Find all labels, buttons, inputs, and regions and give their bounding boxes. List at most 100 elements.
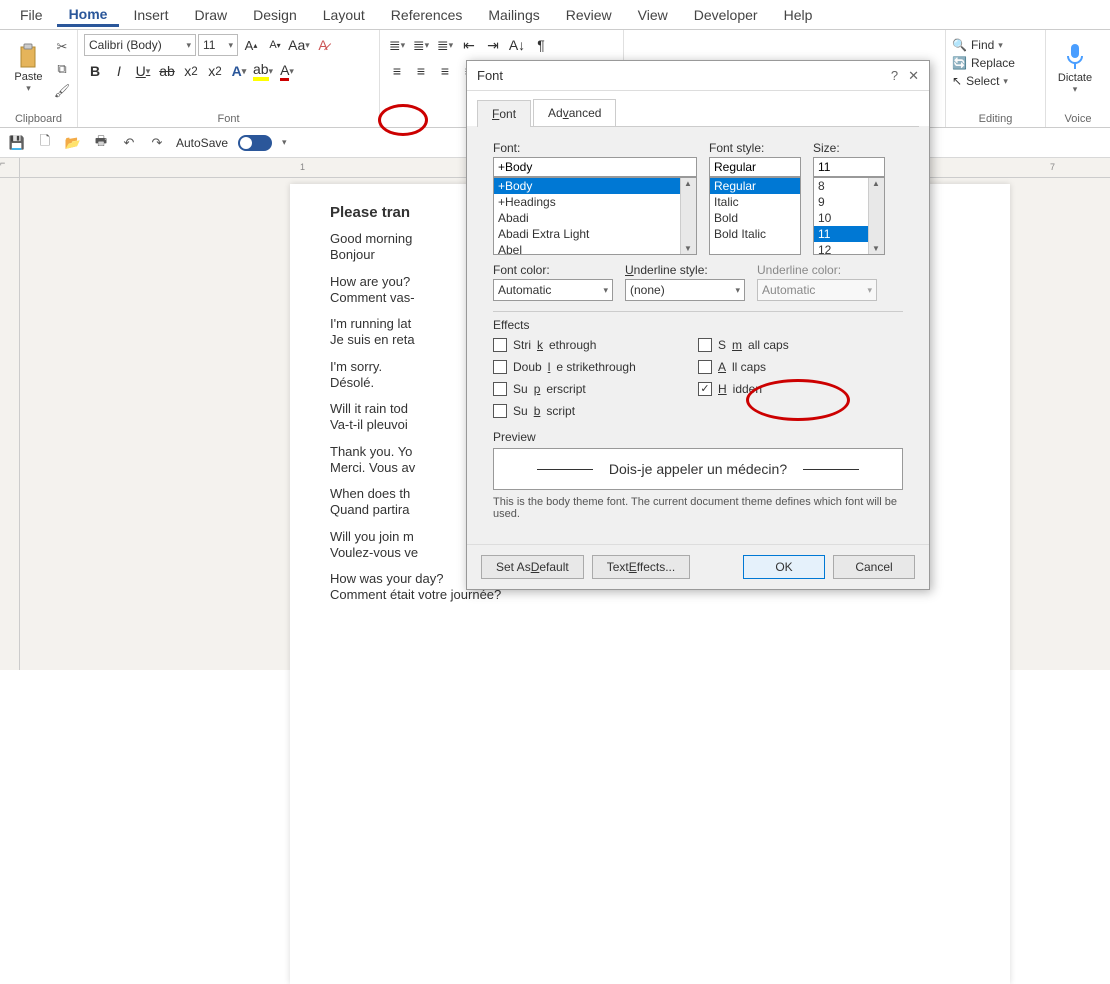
tab-mailings[interactable]: Mailings bbox=[476, 3, 551, 27]
select-button[interactable]: ↖Select bbox=[952, 74, 1039, 88]
autosave-toggle[interactable] bbox=[238, 135, 272, 151]
font-dialog: Font ? ✕ Font Advanced Font: +Body +Head… bbox=[466, 60, 930, 590]
new-icon[interactable]: 🗋 bbox=[36, 134, 54, 152]
preview-text: Dois-je appeler un médecin? bbox=[609, 461, 787, 477]
show-marks-button[interactable]: ¶ bbox=[530, 34, 552, 56]
style-option[interactable]: Italic bbox=[710, 194, 800, 210]
annotation-circle-hidden bbox=[746, 379, 850, 421]
strikethrough-checkbox[interactable]: Strikethrough bbox=[493, 338, 698, 352]
dialog-tab-advanced[interactable]: Advanced bbox=[533, 99, 616, 126]
decrease-indent-button[interactable]: ⇤ bbox=[458, 34, 480, 56]
open-icon[interactable]: 📂 bbox=[64, 134, 82, 152]
font-option[interactable]: Abadi Extra Light bbox=[494, 226, 696, 242]
grow-font-button[interactable]: A▴ bbox=[240, 34, 262, 56]
tab-review[interactable]: Review bbox=[554, 3, 624, 27]
strike-button[interactable]: ab bbox=[156, 60, 178, 82]
double-strike-checkbox[interactable]: Double strikethrough bbox=[493, 360, 698, 374]
font-size-value: 11 bbox=[203, 38, 215, 52]
shrink-font-button[interactable]: A▾ bbox=[264, 34, 286, 56]
text-effects-button[interactable]: Text Effects... bbox=[592, 555, 691, 579]
all-caps-checkbox[interactable]: All caps bbox=[698, 360, 903, 374]
size-listbox[interactable]: 8 9 10 11 12 bbox=[813, 177, 885, 255]
italic-button[interactable]: I bbox=[108, 60, 130, 82]
vertical-ruler[interactable] bbox=[0, 178, 20, 670]
bullets-button[interactable]: ≣ bbox=[386, 34, 408, 56]
style-listbox[interactable]: Regular Italic Bold Bold Italic bbox=[709, 177, 801, 255]
qat-dropdown-icon[interactable] bbox=[282, 137, 287, 148]
align-left-button[interactable]: ≡ bbox=[386, 60, 408, 82]
scrollbar[interactable] bbox=[868, 178, 884, 254]
font-color-combo[interactable]: Automatic bbox=[493, 279, 613, 301]
bold-button[interactable]: B bbox=[84, 60, 106, 82]
close-icon[interactable]: ✕ bbox=[908, 68, 919, 84]
dictate-button[interactable]: Dictate bbox=[1052, 34, 1098, 102]
tab-help[interactable]: Help bbox=[772, 3, 825, 27]
font-option[interactable]: Abel bbox=[494, 242, 696, 255]
font-option[interactable]: Abadi bbox=[494, 210, 696, 226]
scrollbar[interactable] bbox=[680, 178, 696, 254]
size-field-input[interactable] bbox=[813, 157, 885, 177]
replace-icon: 🔄 bbox=[952, 56, 967, 70]
multilevel-button[interactable]: ≣ bbox=[434, 34, 456, 56]
tab-references[interactable]: References bbox=[379, 3, 475, 27]
superscript-checkbox[interactable]: Superscript bbox=[493, 382, 698, 396]
style-field-label: Font style: bbox=[709, 141, 801, 155]
tab-developer[interactable]: Developer bbox=[682, 3, 770, 27]
tab-file[interactable]: File bbox=[8, 3, 55, 27]
chevron-down-icon bbox=[228, 40, 233, 51]
replace-button[interactable]: 🔄Replace bbox=[952, 56, 1039, 70]
ok-button[interactable]: OK bbox=[743, 555, 825, 579]
tab-view[interactable]: View bbox=[626, 3, 680, 27]
change-case-button[interactable]: Aa bbox=[288, 34, 310, 56]
sort-button[interactable]: A↓ bbox=[506, 34, 528, 56]
style-option[interactable]: Bold Italic bbox=[710, 226, 800, 242]
undo-icon[interactable]: ↶ bbox=[120, 134, 138, 152]
cut-icon[interactable]: ✂ bbox=[53, 38, 71, 56]
dialog-titlebar[interactable]: Font ? ✕ bbox=[467, 61, 929, 91]
style-option[interactable]: Bold bbox=[710, 210, 800, 226]
highlight-button[interactable]: ab bbox=[252, 60, 274, 82]
menubar: File Home Insert Draw Design Layout Refe… bbox=[0, 0, 1110, 30]
underline-style-combo[interactable]: (none) bbox=[625, 279, 745, 301]
font-size-select[interactable]: 11 bbox=[198, 34, 238, 56]
help-icon[interactable]: ? bbox=[891, 68, 898, 84]
underline-button[interactable]: U bbox=[132, 60, 154, 82]
find-button[interactable]: 🔍Find bbox=[952, 38, 1039, 52]
clear-formatting-button[interactable]: A̷ bbox=[312, 34, 334, 56]
autosave-label: AutoSave bbox=[176, 136, 228, 150]
font-field-label: Font: bbox=[493, 141, 697, 155]
font-listbox[interactable]: +Body +Headings Abadi Abadi Extra Light … bbox=[493, 177, 697, 255]
format-painter-icon[interactable]: 🖌 bbox=[53, 82, 71, 100]
font-option[interactable]: +Headings bbox=[494, 194, 696, 210]
cancel-button[interactable]: Cancel bbox=[833, 555, 915, 579]
font-option[interactable]: +Body bbox=[494, 178, 696, 194]
tab-design[interactable]: Design bbox=[241, 3, 309, 27]
copy-icon[interactable]: ⧉ bbox=[53, 60, 71, 78]
tab-home[interactable]: Home bbox=[57, 2, 120, 27]
tab-insert[interactable]: Insert bbox=[121, 3, 180, 27]
text-effects-button[interactable]: A bbox=[228, 60, 250, 82]
print-icon[interactable]: 🖶 bbox=[92, 134, 110, 152]
numbering-button[interactable]: ≣ bbox=[410, 34, 432, 56]
style-option[interactable]: Regular bbox=[710, 178, 800, 194]
dialog-tab-font[interactable]: Font bbox=[477, 100, 531, 127]
subscript-checkbox[interactable]: Subscript bbox=[493, 404, 698, 418]
tab-layout[interactable]: Layout bbox=[311, 3, 377, 27]
set-default-button[interactable]: Set As Default bbox=[481, 555, 584, 579]
align-right-button[interactable]: ≡ bbox=[434, 60, 456, 82]
group-editing: 🔍Find 🔄Replace ↖Select Editing bbox=[946, 30, 1046, 127]
increase-indent-button[interactable]: ⇥ bbox=[482, 34, 504, 56]
style-field-input[interactable] bbox=[709, 157, 801, 177]
save-icon[interactable]: 💾 bbox=[8, 134, 26, 152]
superscript-button[interactable]: x2 bbox=[204, 60, 226, 82]
font-field-input[interactable] bbox=[493, 157, 697, 177]
font-color-button[interactable]: A bbox=[276, 60, 298, 82]
paste-button[interactable]: Paste bbox=[6, 34, 51, 102]
tab-draw[interactable]: Draw bbox=[182, 3, 239, 27]
size-field-label: Size: bbox=[813, 141, 885, 155]
small-caps-checkbox[interactable]: Small caps bbox=[698, 338, 903, 352]
redo-icon[interactable]: ↷ bbox=[148, 134, 166, 152]
subscript-button[interactable]: x2 bbox=[180, 60, 202, 82]
align-center-button[interactable]: ≡ bbox=[410, 60, 432, 82]
font-name-select[interactable]: Calibri (Body) bbox=[84, 34, 196, 56]
